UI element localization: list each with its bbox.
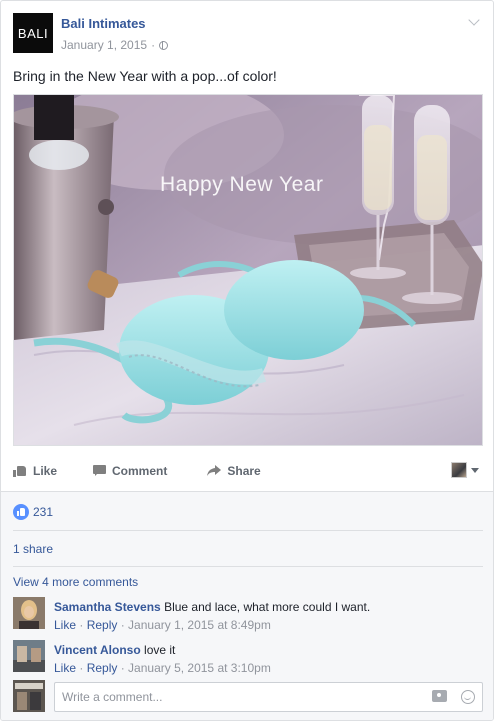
comment-body: Vincent Alonso love it — [54, 642, 175, 658]
comment-meta: Like · Reply · January 1, 2015 at 8:49pm — [54, 618, 271, 632]
share-count-link[interactable]: 1 share — [13, 542, 483, 556]
view-more-comments-link[interactable]: View 4 more comments — [13, 575, 483, 589]
like-summary[interactable]: 231 — [13, 504, 483, 520]
post-as-selector[interactable] — [451, 462, 479, 478]
share-arrow-icon — [207, 465, 222, 477]
comment-item: Samantha Stevens Blue and lace, what mor… — [13, 597, 483, 633]
comment-item: Vincent Alonso love it Like · Reply · Ja… — [13, 640, 483, 676]
page-logo-text: BALI — [17, 25, 49, 41]
comment-reply-link[interactable]: Reply — [87, 661, 118, 675]
share-button[interactable]: Share — [207, 464, 261, 478]
page-name-link[interactable]: Bali Intimates — [61, 16, 146, 31]
post-date[interactable]: January 1, 2015 — [61, 38, 147, 52]
comment-meta: Like · Reply · January 5, 2015 at 3:10pm — [54, 661, 271, 675]
comment-like-link[interactable]: Like — [54, 661, 76, 675]
like-button[interactable]: Like — [13, 464, 57, 478]
feedback-section: 231 1 share View 4 more comments Samanth… — [1, 491, 493, 720]
comment-time[interactable]: January 1, 2015 at 8:49pm — [128, 618, 271, 632]
emoji-icon[interactable] — [461, 690, 475, 704]
viewer-avatar — [451, 462, 467, 478]
globe-icon — [159, 40, 169, 50]
divider — [13, 566, 483, 567]
post-timestamp: January 1, 2015 · — [61, 38, 169, 52]
comment-text: Blue and lace, what more could I want. — [164, 600, 371, 614]
chevron-down-icon[interactable] — [467, 15, 481, 29]
like-count: 231 — [33, 505, 54, 519]
camera-icon[interactable] — [432, 690, 447, 702]
comment-text: love it — [144, 643, 176, 657]
comment-composer: Write a comment... — [13, 680, 483, 712]
comment-body: Samantha Stevens Blue and lace, what mor… — [54, 599, 370, 615]
photo-caption: Happy New Year — [160, 173, 324, 196]
like-label: Like — [33, 464, 58, 478]
post-header: BALI Bali Intimates January 1, 2015 · — [13, 13, 481, 57]
post-text: Bring in the New Year with a pop...of co… — [13, 68, 277, 84]
page-logo[interactable]: BALI — [13, 13, 53, 53]
share-label: Share — [227, 464, 261, 478]
photo-illustration — [14, 95, 482, 445]
post-card: BALI Bali Intimates January 1, 2015 · Br… — [0, 0, 494, 721]
comment-label: Comment — [112, 464, 168, 478]
commenter-name[interactable]: Vincent Alonso — [54, 643, 141, 657]
comment-icon — [93, 465, 107, 477]
comment-like-link[interactable]: Like — [54, 618, 76, 632]
commenter-name[interactable]: Samantha Stevens — [54, 600, 161, 614]
divider — [13, 530, 483, 531]
comment-reply-link[interactable]: Reply — [87, 618, 118, 632]
comment-input[interactable]: Write a comment... — [54, 682, 483, 712]
comment-time[interactable]: January 5, 2015 at 3:10pm — [128, 661, 271, 675]
composer-icons — [432, 690, 475, 704]
commenter-avatar[interactable] — [13, 640, 45, 672]
post-photo[interactable]: Happy New Year — [13, 94, 483, 446]
comment-button[interactable]: Comment — [93, 464, 167, 478]
caret-down-icon — [471, 467, 479, 473]
action-bar: Like Comment Share — [13, 456, 481, 486]
commenter-avatar[interactable] — [13, 597, 45, 629]
comment-placeholder: Write a comment... — [62, 690, 163, 704]
viewer-avatar — [13, 680, 45, 712]
thumbs-up-icon — [13, 465, 27, 477]
like-badge-icon — [13, 504, 29, 520]
date-separator: · — [151, 38, 156, 52]
